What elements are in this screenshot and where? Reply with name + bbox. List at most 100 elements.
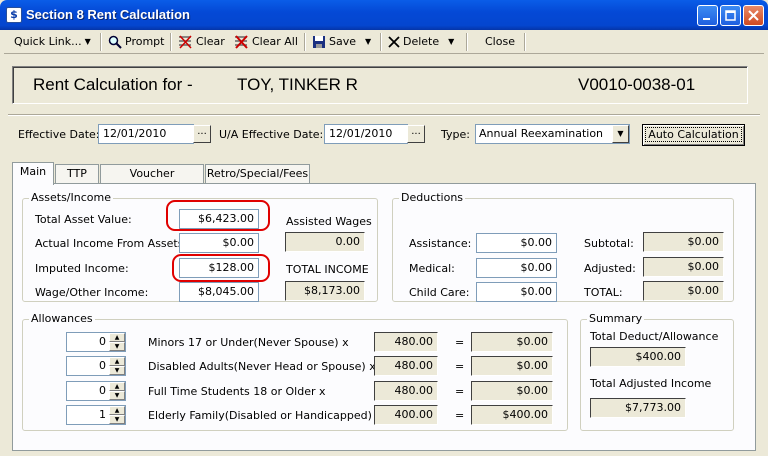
allowance-row-label: Elderly Family(Disabled or Handicapped) …	[148, 409, 382, 422]
tab-retro-special-fees[interactable]: Retro/Special/Fees	[205, 164, 310, 184]
actual-income-label: Actual Income From Assets:	[35, 237, 188, 250]
spin-up-icon[interactable]: ▲	[109, 333, 125, 342]
students-count[interactable]: 0	[67, 382, 109, 400]
subtotal-label: Subtotal:	[584, 237, 634, 250]
save-label: Save	[329, 35, 357, 48]
quick-link-menu[interactable]: Quick Link... ▼	[14, 32, 91, 52]
clear-icon	[179, 35, 192, 49]
app-icon: $	[6, 7, 22, 23]
tab-ttp[interactable]: TTP	[55, 164, 99, 184]
total-income-label: TOTAL INCOME	[286, 263, 369, 276]
type-select-value: Annual Reexamination	[479, 127, 604, 140]
chevron-down-icon: ▼	[84, 37, 91, 46]
quick-link-label: Quick Link...	[14, 35, 82, 48]
minimize-button[interactable]	[697, 5, 718, 26]
toolbar-separator	[380, 33, 382, 51]
spin-up-icon[interactable]: ▲	[109, 382, 125, 391]
assistance-field[interactable]: $0.00	[476, 233, 557, 253]
ua-date-picker-button[interactable]: ...	[407, 125, 425, 143]
save-button[interactable]: Save ▼	[312, 32, 371, 52]
deductions-total-label: TOTAL:	[584, 286, 623, 299]
allowance-amount: $400.00	[471, 405, 553, 425]
chevron-down-icon[interactable]: ▼	[612, 125, 629, 143]
tab-main[interactable]: Main	[12, 162, 54, 185]
elderly-count[interactable]: 1	[67, 406, 109, 424]
child-care-field[interactable]: $0.00	[476, 282, 557, 302]
allowance-rate: 400.00	[374, 405, 438, 425]
assistance-label: Assistance:	[409, 237, 472, 250]
actual-income-field[interactable]: $0.00	[179, 233, 259, 253]
maximize-button[interactable]	[720, 5, 741, 26]
equals-sign: =	[455, 360, 465, 373]
minors-count-stepper[interactable]: 0 ▲ ▼	[66, 332, 126, 352]
total-income-value: $8,173.00	[285, 281, 365, 301]
spin-down-icon[interactable]: ▼	[109, 391, 125, 400]
chevron-down-icon: ▼	[365, 37, 372, 46]
spin-up-icon[interactable]: ▲	[109, 406, 125, 415]
equals-sign: =	[455, 336, 465, 349]
disabled-adults-count-stepper[interactable]: 0 ▲ ▼	[66, 356, 126, 376]
ua-effective-date-label: U/A Effective Date:	[219, 128, 324, 141]
clear-all-label: Clear All	[252, 35, 298, 48]
floppy-disk-icon	[313, 36, 325, 48]
delete-label: Delete	[403, 35, 440, 48]
medical-field[interactable]: $0.00	[476, 258, 557, 278]
students-count-stepper[interactable]: 0 ▲ ▼	[66, 381, 126, 401]
deductions-title: Deductions	[399, 191, 466, 204]
type-select[interactable]: Annual Reexamination ▼	[475, 124, 630, 144]
allowance-amount: $0.00	[471, 356, 553, 376]
equals-sign: =	[455, 409, 465, 422]
effective-date-field[interactable]: 12/01/2010	[98, 124, 194, 144]
adjusted-value: $0.00	[643, 257, 724, 277]
prompt-button[interactable]: Prompt	[108, 32, 164, 52]
elderly-count-stepper[interactable]: 1 ▲ ▼	[66, 405, 126, 425]
ua-effective-date-field[interactable]: 12/01/2010	[324, 124, 408, 144]
voucher-number: V0010-0038-01	[578, 75, 696, 94]
allowance-row-label: Full Time Students 18 or Older x	[148, 385, 326, 398]
auto-calculation-label: Auto Calculation	[645, 127, 742, 142]
spin-up-icon[interactable]: ▲	[109, 357, 125, 366]
assets-income-title: Assets/Income	[29, 191, 113, 204]
minors-count[interactable]: 0	[67, 333, 109, 351]
close-label: Close	[485, 35, 515, 48]
spin-down-icon[interactable]: ▼	[109, 366, 125, 375]
maximize-icon	[725, 10, 736, 21]
clear-all-button[interactable]: Clear All	[234, 32, 298, 52]
clear-button[interactable]: Clear	[178, 32, 225, 52]
toolbar-separator	[170, 33, 172, 51]
delete-button[interactable]: Delete ▼	[388, 32, 454, 52]
effective-date-picker-button[interactable]: ...	[193, 125, 211, 143]
total-deduct-allowance-label: Total Deduct/Allowance	[590, 330, 719, 343]
equals-sign: =	[455, 385, 465, 398]
auto-calculation-button[interactable]: Auto Calculation	[642, 124, 745, 146]
tab-voucher-calculation[interactable]: Voucher Calculation	[100, 164, 204, 198]
allowances-title: Allowances	[29, 312, 95, 325]
deductions-total-value: $0.00	[643, 281, 724, 301]
clear-label: Clear	[196, 35, 225, 48]
toolbar-separator	[100, 33, 102, 51]
toolbar-separator	[524, 33, 526, 51]
title-bar[interactable]: $ Section 8 Rent Calculation	[0, 0, 768, 30]
spin-down-icon[interactable]: ▼	[109, 342, 125, 351]
medical-label: Medical:	[409, 262, 455, 275]
delete-x-icon	[388, 36, 400, 48]
close-window-button[interactable]	[743, 5, 764, 26]
allowance-rate: 480.00	[374, 381, 438, 401]
allowance-amount: $0.00	[471, 381, 553, 401]
toolbar-separator	[466, 33, 468, 51]
allowance-rate: 480.00	[374, 356, 438, 376]
wage-income-field[interactable]: $8,045.00	[179, 282, 259, 302]
total-deduct-allowance-value: $400.00	[590, 347, 686, 367]
prompt-label: Prompt	[125, 35, 165, 48]
close-button[interactable]: Close	[485, 32, 515, 52]
clear-all-icon	[235, 35, 248, 49]
spin-down-icon[interactable]: ▼	[109, 415, 125, 424]
minimize-icon	[703, 18, 710, 20]
wage-income-label: Wage/Other Income:	[35, 286, 149, 299]
tenant-name: TOY, TINKER R	[237, 75, 358, 94]
allowance-row-label: Minors 17 or Under(Never Spouse) x	[148, 336, 349, 349]
total-adjusted-income-value: $7,773.00	[590, 398, 686, 418]
summary-title: Summary	[587, 312, 645, 325]
disabled-adults-count[interactable]: 0	[67, 357, 109, 375]
rent-calc-header: Rent Calculation for - TOY, TINKER R V00…	[12, 66, 748, 104]
